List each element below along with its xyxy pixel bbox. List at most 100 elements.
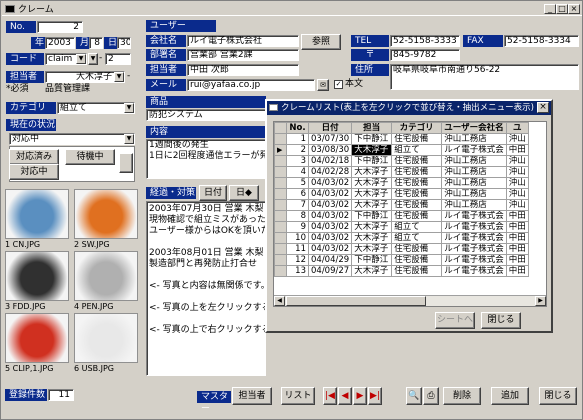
table-cell[interactable]: 04/03/02 <box>307 232 353 244</box>
table-cell[interactable]: 6 <box>286 188 309 200</box>
table-row[interactable]: 6 04/03/02 大木淳子 住宅設備 沖山工務店 沖山 <box>274 188 529 200</box>
table-cell[interactable]: 住宅設備 <box>391 155 443 167</box>
table-cell[interactable]: 中田 <box>505 210 529 222</box>
table-cell[interactable]: 4 <box>286 166 309 178</box>
table-cell[interactable]: ルイ電子株式会 <box>441 144 507 156</box>
table-cell[interactable]: 2 <box>286 144 309 156</box>
table-cell[interactable]: 04/03/02 <box>307 221 353 233</box>
company-field[interactable]: ルイ電子株式会社 <box>187 35 299 47</box>
table-cell[interactable]: 住宅設備 <box>391 254 443 266</box>
table-cell[interactable]: 13 <box>286 265 309 277</box>
table-row[interactable]: 8 04/03/02 下中静江 住宅設備 ルイ電子株式会 中田 <box>274 210 529 222</box>
column-header[interactable]: 担当 <box>351 122 393 134</box>
table-cell[interactable]: 04/03/02 <box>307 177 353 189</box>
photo-thumbnail[interactable] <box>74 313 138 363</box>
category-select[interactable]: 組立て ▼ <box>57 102 135 114</box>
chevron-down-icon[interactable]: ▼ <box>114 72 124 82</box>
table-cell[interactable]: ルイ電子株式会 <box>441 232 507 244</box>
table-cell[interactable]: 沖山 <box>505 133 529 145</box>
table-cell[interactable]: 沖山 <box>505 188 529 200</box>
day-field[interactable]: 30 <box>117 37 131 49</box>
table-cell[interactable]: 中田 <box>505 265 529 277</box>
table-cell[interactable]: 10 <box>286 232 309 244</box>
close-form-button[interactable]: 閉じる <box>539 387 577 405</box>
row-selector[interactable]: ▶ <box>274 144 287 156</box>
table-cell[interactable]: 下中静江 <box>351 155 393 167</box>
chevron-down-icon[interactable]: ▼ <box>124 134 134 144</box>
preview-button[interactable]: 🔍 <box>406 387 422 405</box>
row-selector[interactable] <box>274 155 287 167</box>
history-date-button[interactable]: 日付 <box>199 185 227 201</box>
master-tanto-button[interactable]: 担当者 <box>232 387 272 405</box>
table-cell[interactable]: 9 <box>286 221 309 233</box>
row-selector[interactable] <box>274 133 287 145</box>
table-cell[interactable]: ルイ電子株式会 <box>441 243 507 255</box>
table-cell[interactable]: 沖山工務店 <box>441 199 507 211</box>
table-cell[interactable]: 大木淳子 <box>351 188 393 200</box>
row-selector[interactable] <box>274 265 287 277</box>
table-cell[interactable]: ルイ電子株式会 <box>441 265 507 277</box>
chevron-down-icon[interactable]: ▼ <box>124 103 134 113</box>
mail-field[interactable]: rui@yafaa.co.jp <box>187 79 315 91</box>
table-cell[interactable]: 04/03/02 <box>307 199 353 211</box>
table-cell[interactable]: 04/04/29 <box>307 254 353 266</box>
next-record-button[interactable]: ▶ <box>353 387 367 405</box>
row-selector[interactable] <box>274 210 287 222</box>
table-cell[interactable]: 03/08/30 <box>307 144 353 156</box>
list-close-button[interactable]: 閉じる <box>481 312 521 329</box>
status-done-button[interactable]: 対応済み <box>9 149 59 165</box>
first-record-button[interactable]: |◀ <box>323 387 337 405</box>
row-selector[interactable] <box>274 188 287 200</box>
mail-send-button[interactable]: ✉ <box>317 79 329 91</box>
history-tanto-button[interactable]: 日◆ <box>229 185 259 201</box>
table-cell[interactable]: 沖山 <box>505 166 529 178</box>
list-button[interactable]: リスト <box>281 387 315 405</box>
month-field[interactable]: 8 <box>89 37 103 49</box>
list-close-icon[interactable]: × <box>537 102 549 113</box>
column-header[interactable]: カテゴリ <box>391 122 443 134</box>
table-cell[interactable]: 住宅設備 <box>391 265 443 277</box>
photo-thumbnail[interactable] <box>5 251 69 301</box>
last-record-button[interactable]: ▶| <box>368 387 382 405</box>
no-field[interactable]: 2 <box>37 21 83 33</box>
table-cell[interactable]: 大木淳子 <box>351 232 393 244</box>
scroll-right-icon[interactable]: ▶ <box>535 296 546 306</box>
status-extra-button[interactable] <box>119 153 133 173</box>
table-cell[interactable]: 組立て <box>391 144 443 156</box>
table-cell[interactable]: 大木淳子 <box>351 199 393 211</box>
code-arrow-button[interactable]: ▼ <box>88 53 98 65</box>
table-cell[interactable]: ルイ電子株式会 <box>441 210 507 222</box>
table-row[interactable]: 1 03/07/30 下中静江 住宅設備 沖山工務店 沖山 <box>274 133 529 145</box>
column-header[interactable]: 日付 <box>307 122 353 134</box>
table-cell[interactable]: 住宅設備 <box>391 166 443 178</box>
table-cell[interactable]: 03/07/30 <box>307 133 353 145</box>
column-header[interactable]: ユ <box>505 122 529 134</box>
row-selector[interactable] <box>274 254 287 266</box>
table-cell[interactable]: 下中静江 <box>351 254 393 266</box>
table-row[interactable]: 9 04/03/02 大木淳子 組立て ルイ電子株式会 中田 <box>274 221 529 233</box>
table-cell[interactable]: 沖山工務店 <box>441 188 507 200</box>
table-row[interactable]: 10 04/03/02 大木淳子 組立て ルイ電子株式会 中田 <box>274 232 529 244</box>
table-cell[interactable]: 大木淳子 <box>351 177 393 189</box>
content-field[interactable]: 1週間後の発生 1日に2回程度通信エラーが発 <box>146 139 266 179</box>
zip-field[interactable]: 845-9782 <box>390 49 460 61</box>
table-cell[interactable]: 3 <box>286 155 309 167</box>
photo-thumbnail[interactable] <box>74 189 138 239</box>
addr-field[interactable]: 岐阜県岐阜市南通り56-22 <box>390 64 579 90</box>
table-cell[interactable]: 住宅設備 <box>391 177 443 189</box>
table-cell[interactable]: 04/02/28 <box>307 166 353 178</box>
table-cell[interactable]: 04/03/02 <box>307 210 353 222</box>
table-cell[interactable]: 沖山工務店 <box>441 177 507 189</box>
table-cell[interactable]: 沖山 <box>505 177 529 189</box>
dept-field[interactable]: 営業部 営業2課 <box>187 49 299 61</box>
table-cell[interactable]: 沖山工務店 <box>441 155 507 167</box>
ref-button[interactable]: 参照 <box>301 34 341 50</box>
table-cell[interactable]: 1 <box>286 133 309 145</box>
product-field[interactable]: 防犯システム <box>146 109 266 121</box>
table-row[interactable]: 12 04/04/29 下中静江 住宅設備 ルイ電子株式会 中田 <box>274 254 529 266</box>
table-cell[interactable]: 大木淳子 <box>351 243 393 255</box>
close-button[interactable]: × <box>568 4 580 14</box>
photo-thumbnail[interactable] <box>5 313 69 363</box>
table-cell[interactable]: 組立て <box>391 232 443 244</box>
table-cell[interactable]: 大木淳子 <box>351 265 393 277</box>
